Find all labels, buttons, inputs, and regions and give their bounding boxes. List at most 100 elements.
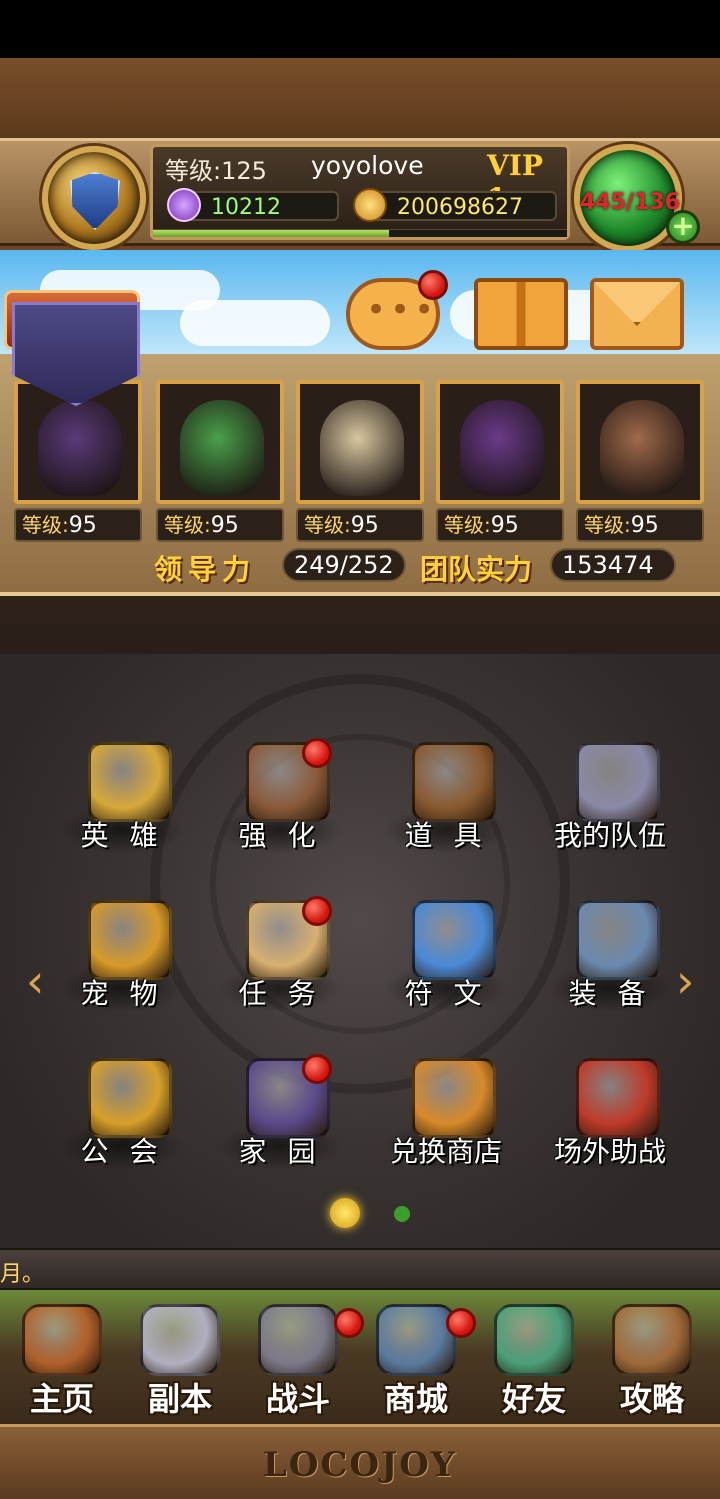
- hero-level-value: 95: [490, 513, 519, 538]
- crossed-swords-icon: [576, 742, 660, 822]
- hero-level-label: 等级:: [164, 513, 211, 537]
- hero-portrait: [576, 380, 704, 504]
- menu-label: 道 具: [404, 819, 488, 852]
- friends-icon: [494, 1304, 574, 1376]
- stamina-orb: 445/136: [574, 144, 682, 252]
- stamina-value: 445/136: [580, 190, 680, 215]
- game-screen: 等级:125 yoyolove VIP 1 10212 200698627 44…: [0, 58, 720, 1499]
- hero-level-value: 95: [210, 513, 239, 538]
- hero-level-value: 95: [350, 513, 379, 538]
- menu-rune-button[interactable]: 符 文: [376, 900, 516, 1020]
- function-menu: 英 雄 强 化 道 具 我的队伍 宠 物 任 务 符 文 装 备 公 会 家 园…: [0, 654, 720, 1248]
- hero-portrait: [156, 380, 284, 504]
- team-power-label: 团队实力: [420, 553, 533, 586]
- nav-guide[interactable]: 攻略: [594, 1296, 710, 1420]
- notification-badge: [302, 738, 332, 768]
- status-bar: [0, 0, 720, 58]
- announcement-ticker: 月。: [0, 1248, 720, 1290]
- player-username: yoyolove: [311, 151, 424, 180]
- nav-shop[interactable]: 商城: [358, 1296, 476, 1420]
- gold-counter[interactable]: 200698627: [353, 188, 557, 222]
- treasure-chest-icon: [412, 1058, 496, 1138]
- hero-portrait: [296, 380, 424, 504]
- mail-icon[interactable]: [590, 278, 684, 350]
- nav-home[interactable]: 主页: [4, 1296, 120, 1420]
- next-page-arrow-icon[interactable]: ›: [676, 954, 694, 1008]
- hero-level: 等级:95: [436, 508, 564, 542]
- cloud: [180, 300, 330, 346]
- hero-scroll-icon: [88, 742, 172, 822]
- nav-battle[interactable]: 战斗: [240, 1296, 364, 1420]
- gift-icon[interactable]: [474, 278, 568, 350]
- notification-badge: [418, 270, 448, 300]
- menu-exchange-shop-button[interactable]: 兑换商店: [376, 1058, 516, 1178]
- fist-banner-icon: [576, 1058, 660, 1138]
- menu-support-battle-button[interactable]: 场外助战: [540, 1058, 680, 1178]
- menu-label: 强 化: [238, 819, 322, 852]
- hero-slot-5[interactable]: 等级:95: [576, 380, 704, 542]
- menu-enhance-button[interactable]: 强 化: [210, 738, 350, 862]
- prev-page-arrow-icon[interactable]: ‹: [26, 954, 44, 1008]
- guild-shield-icon: [88, 1058, 172, 1138]
- experience-bar: [153, 229, 567, 237]
- hero-level: 等级:95: [296, 508, 424, 542]
- player-info-box: 等级:125 yoyolove VIP 1 10212 200698627: [150, 144, 570, 240]
- hero-level-label: 等级:: [584, 513, 631, 537]
- hero-slot-2[interactable]: 等级:95: [156, 380, 284, 542]
- nav-label: 副本: [147, 1380, 212, 1418]
- nav-dungeon[interactable]: 副本: [122, 1296, 238, 1420]
- team-panel: 等级:95 等级:95 等级:95 等级:95 等级:95 领导力 249/25…: [0, 354, 720, 654]
- hero-level-label: 等级:: [304, 513, 351, 537]
- hero-face: [460, 400, 544, 496]
- menu-equipment-button[interactable]: 装 备: [540, 900, 680, 1020]
- nav-friends[interactable]: 好友: [476, 1296, 592, 1420]
- experience-fill: [153, 230, 389, 237]
- page-indicator[interactable]: [394, 1206, 410, 1222]
- nav-label: 战斗: [265, 1380, 330, 1418]
- gem-counter[interactable]: 10212: [167, 188, 339, 222]
- team-power-value: 153474: [550, 548, 676, 582]
- hero-slot-4[interactable]: 等级:95: [436, 380, 564, 542]
- nav-label: 主页: [29, 1380, 94, 1418]
- page-indicator-active[interactable]: [330, 1198, 360, 1228]
- hero-slot-3[interactable]: 等级:95: [296, 380, 424, 542]
- chat-icon[interactable]: [346, 270, 448, 350]
- hero-face: [600, 400, 684, 496]
- gem-icon: [167, 188, 201, 222]
- hero-level-label: 等级:: [444, 513, 491, 537]
- add-stamina-button[interactable]: +: [666, 210, 700, 244]
- player-level: 等级:125: [165, 157, 267, 185]
- pet-icon: [88, 900, 172, 980]
- notification-badge: [302, 1054, 332, 1084]
- leadership-value: 249/252: [282, 548, 406, 582]
- menu-label: 任 务: [238, 977, 322, 1010]
- menu-guild-button[interactable]: 公 会: [52, 1058, 192, 1178]
- battle-icon: [258, 1304, 338, 1376]
- footer-bar: LOCOJOY: [0, 1424, 720, 1499]
- menu-hero-button[interactable]: 英 雄: [52, 742, 192, 862]
- leadership-label: 领导力: [154, 553, 257, 586]
- menu-label: 符 文: [404, 977, 488, 1010]
- hero-level-value: 95: [68, 513, 97, 538]
- bottom-navigation: 主页 副本 战斗 商城 好友 攻略: [0, 1290, 720, 1424]
- profile-orb-button[interactable]: [42, 146, 146, 250]
- locojoy-logo: LOCOJOY: [262, 1445, 458, 1485]
- shop-monster-icon: [376, 1304, 456, 1376]
- hero-level: 等级:95: [14, 508, 142, 542]
- backpack-icon: [412, 742, 496, 822]
- nav-label: 攻略: [619, 1380, 684, 1418]
- menu-quest-button[interactable]: 任 务: [210, 896, 350, 1020]
- gold-coin-icon: [353, 188, 387, 222]
- hero-face: [320, 400, 404, 496]
- hero-portrait: [436, 380, 564, 504]
- hero-level: 等级:95: [576, 508, 704, 542]
- menu-label: 装 备: [568, 977, 652, 1010]
- menu-my-team-button[interactable]: 我的队伍: [540, 742, 680, 862]
- menu-pet-button[interactable]: 宠 物: [52, 900, 192, 1020]
- rune-crystal-icon: [412, 900, 496, 980]
- menu-homeland-button[interactable]: 家 园: [210, 1054, 350, 1178]
- guide-book-icon: [612, 1304, 692, 1376]
- hero-level: 等级:95: [156, 508, 284, 542]
- gold-amount: 200698627: [397, 195, 523, 220]
- menu-items-button[interactable]: 道 具: [376, 742, 516, 862]
